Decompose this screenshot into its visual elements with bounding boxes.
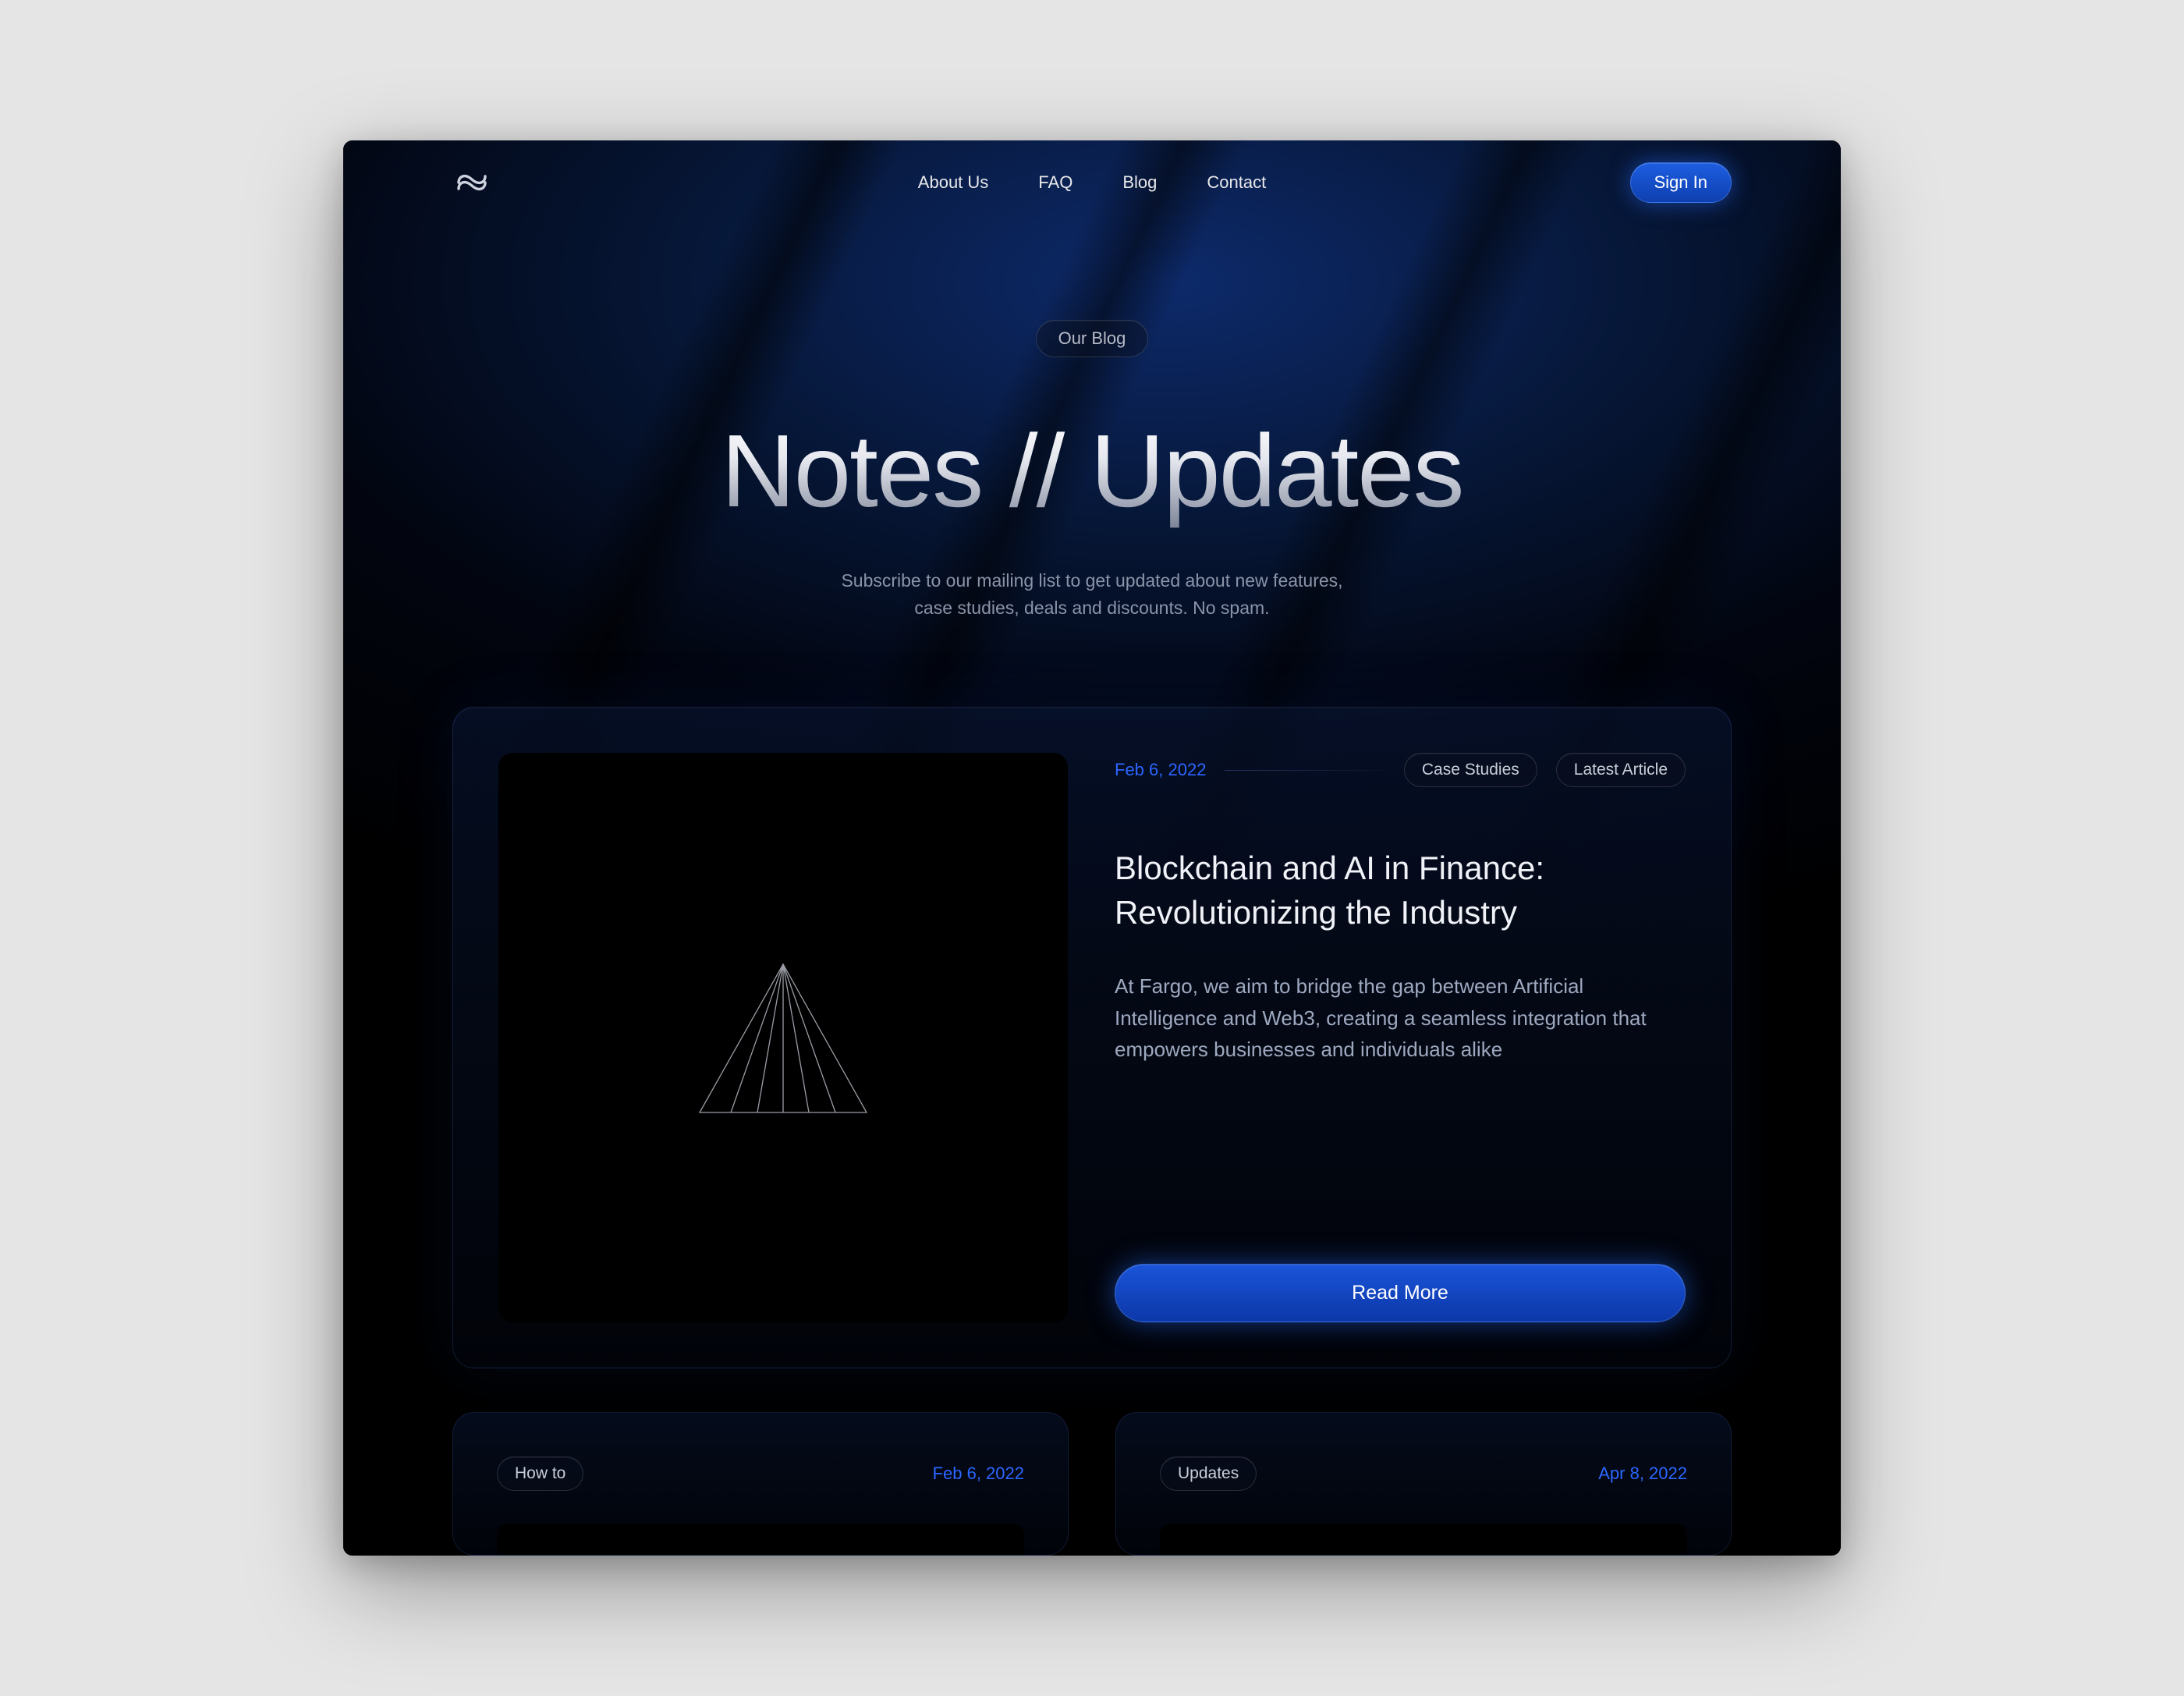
tag-how-to: How to xyxy=(497,1457,583,1491)
featured-excerpt: At Fargo, we aim to bridge the gap betwe… xyxy=(1115,970,1686,1065)
read-more-button[interactable]: Read More xyxy=(1115,1264,1686,1322)
nav-about[interactable]: About Us xyxy=(918,172,989,193)
hero: Our Blog Notes // Updates Subscribe to o… xyxy=(343,203,1841,621)
featured-article-content: Feb 6, 2022 Case Studies Latest Article … xyxy=(1115,753,1686,1322)
page-subtitle: Subscribe to our mailing list to get upd… xyxy=(343,567,1841,621)
tag-latest-article[interactable]: Latest Article xyxy=(1556,753,1686,787)
page-title: Notes // Updates xyxy=(343,412,1841,530)
tag-updates: Updates xyxy=(1160,1457,1257,1491)
article-grid: How to Feb 6, 2022 Updates Apr 8, 2022 xyxy=(452,1412,1732,1556)
nav-blog[interactable]: Blog xyxy=(1122,172,1157,193)
card-date: Feb 6, 2022 xyxy=(933,1464,1024,1484)
signin-button[interactable]: Sign In xyxy=(1630,162,1732,203)
blog-badge: Our Blog xyxy=(1036,320,1149,357)
featured-article-image xyxy=(498,753,1068,1322)
article-card[interactable]: Updates Apr 8, 2022 xyxy=(1115,1412,1732,1556)
tag-case-studies[interactable]: Case Studies xyxy=(1404,753,1537,787)
card-image xyxy=(1160,1524,1687,1555)
card-image xyxy=(497,1524,1024,1555)
featured-meta: Feb 6, 2022 Case Studies Latest Article xyxy=(1115,753,1686,787)
featured-article-card: Feb 6, 2022 Case Studies Latest Article … xyxy=(452,707,1732,1368)
meta-divider xyxy=(1225,770,1384,771)
nav-links: About Us FAQ Blog Contact xyxy=(918,172,1266,193)
top-nav: About Us FAQ Blog Contact Sign In xyxy=(343,140,1841,203)
nav-faq[interactable]: FAQ xyxy=(1038,172,1072,193)
article-card[interactable]: How to Feb 6, 2022 xyxy=(452,1412,1069,1556)
nav-contact[interactable]: Contact xyxy=(1207,172,1266,193)
featured-date: Feb 6, 2022 xyxy=(1115,760,1206,780)
logo-icon[interactable] xyxy=(452,170,491,195)
featured-title: Blockchain and AI in Finance: Revolution… xyxy=(1115,846,1686,935)
card-date: Apr 8, 2022 xyxy=(1598,1464,1687,1484)
